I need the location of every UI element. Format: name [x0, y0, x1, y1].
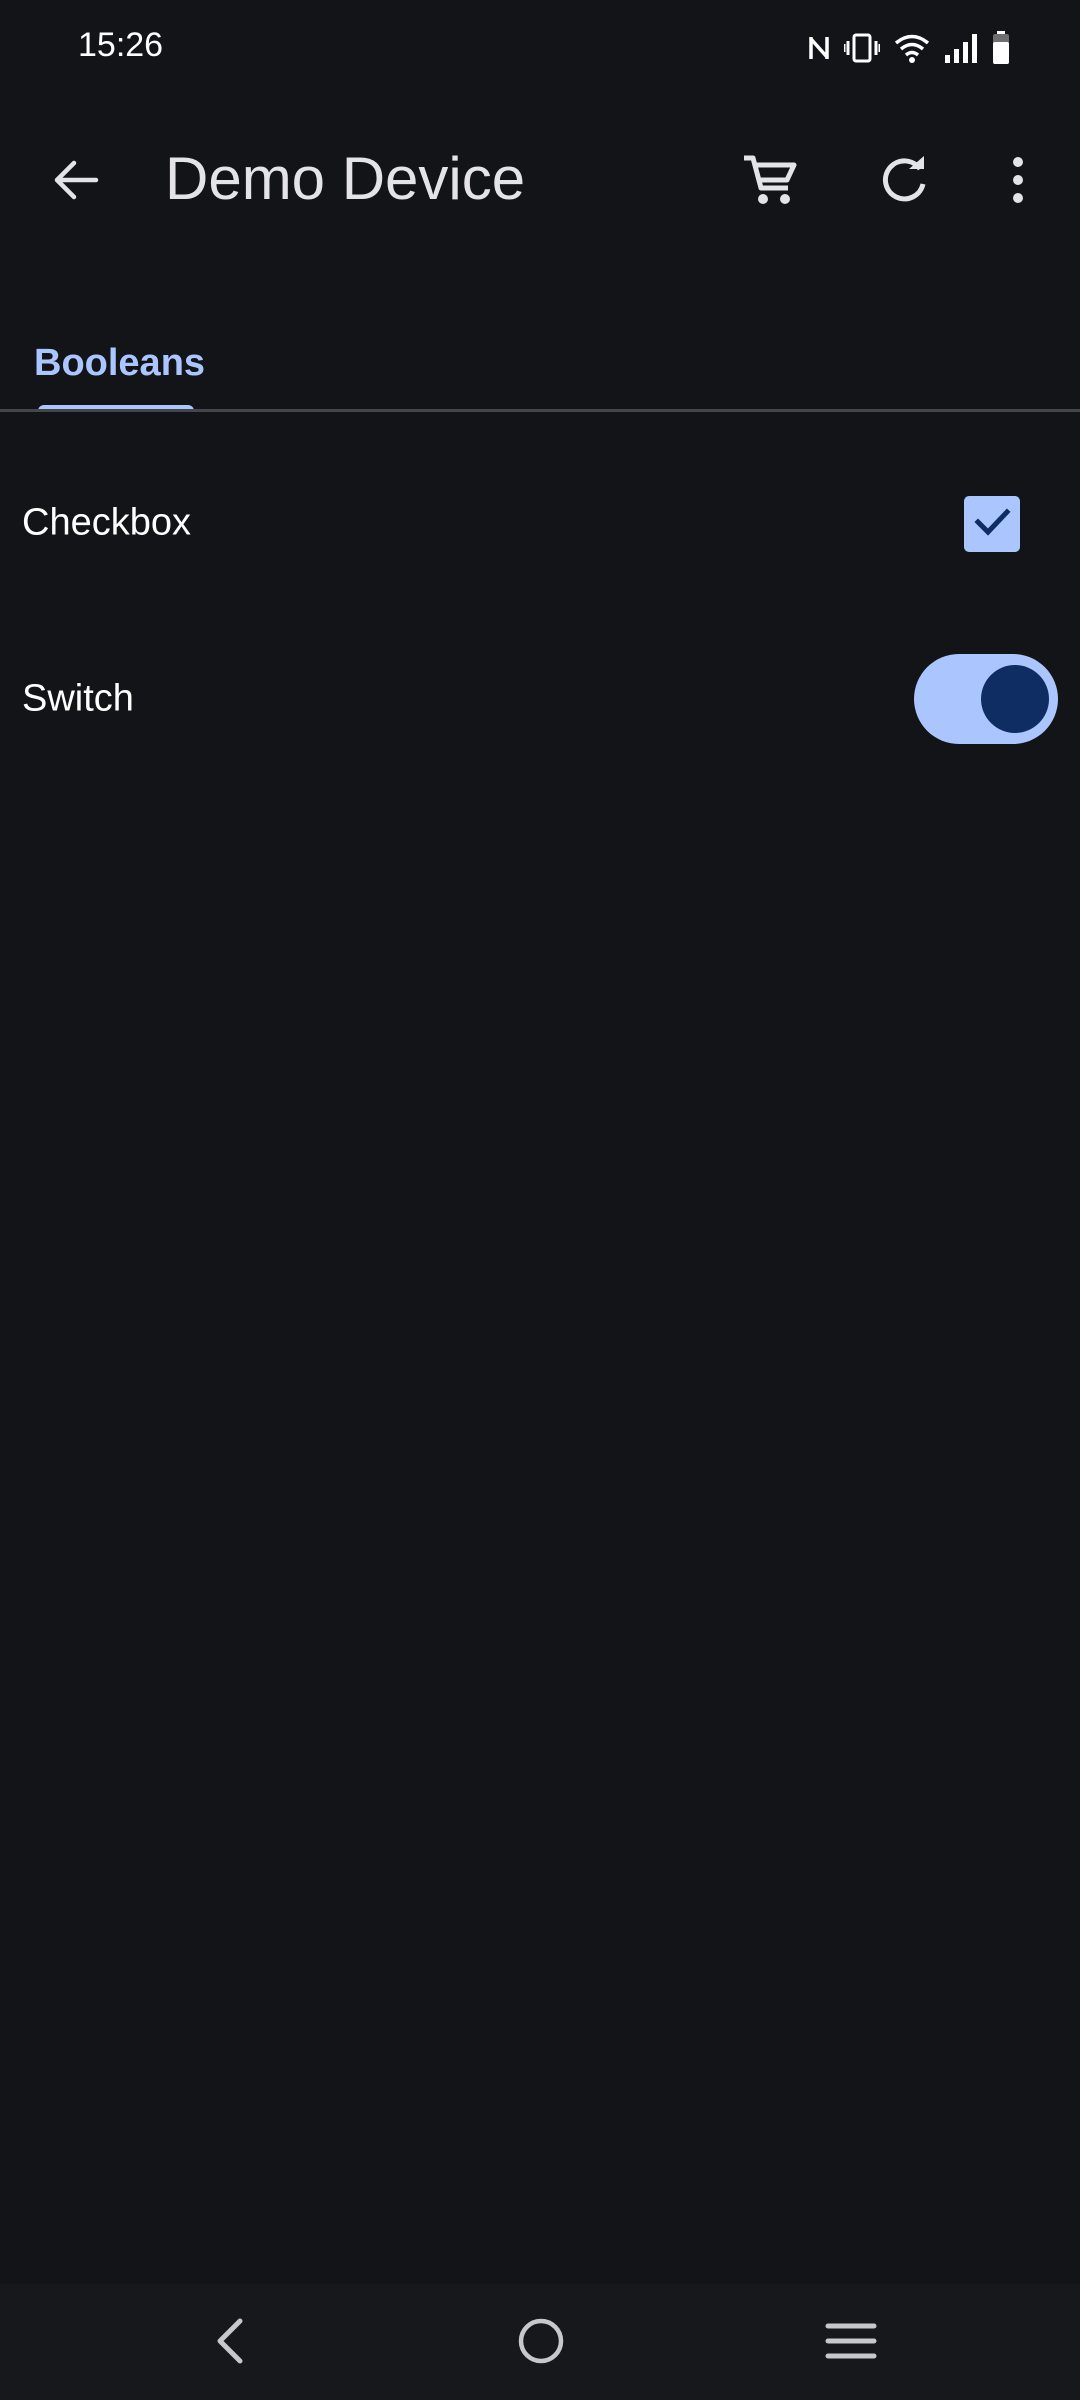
screen: 15:26 Demo Device Booleans Checkbox Swit… — [0, 0, 1080, 2400]
wifi-icon — [894, 33, 930, 63]
nav-home-button[interactable] — [496, 2298, 586, 2388]
vibrate-icon — [844, 33, 880, 63]
nav-back-button[interactable] — [184, 2298, 274, 2388]
nav-recents-icon — [825, 2321, 877, 2366]
more-options-button[interactable] — [970, 134, 1066, 230]
nfc-icon — [808, 33, 830, 63]
back-button[interactable] — [28, 134, 124, 230]
signal-icon — [944, 33, 978, 63]
cart-icon — [740, 150, 800, 215]
status-bar: 15:26 — [0, 0, 1080, 96]
status-icons — [808, 28, 1010, 68]
status-time: 15:26 — [78, 26, 164, 64]
nav-back-icon — [209, 2316, 249, 2371]
check-icon — [971, 501, 1013, 548]
more-vert-icon — [1008, 154, 1028, 211]
battery-icon — [992, 31, 1010, 65]
app-bar: Demo Device — [0, 96, 1080, 272]
tab-bar: Booleans — [0, 306, 1080, 412]
arrow-back-icon — [50, 154, 102, 211]
checkbox-label: Checkbox — [22, 501, 191, 544]
switch-thumb — [981, 665, 1049, 733]
nav-home-icon — [516, 2316, 566, 2371]
nav-recents-button[interactable] — [806, 2298, 896, 2388]
page-title: Demo Device — [165, 145, 526, 212]
refresh-button[interactable] — [856, 134, 952, 230]
switch-row[interactable]: Switch — [0, 624, 1080, 774]
switch-label: Switch — [22, 677, 134, 720]
tab-label: Booleans — [34, 342, 206, 384]
checkbox-row[interactable]: Checkbox — [0, 448, 1080, 598]
checkbox[interactable] — [964, 496, 1020, 552]
refresh-icon — [876, 152, 932, 213]
navigation-bar — [0, 2284, 1080, 2400]
cart-button[interactable] — [722, 134, 818, 230]
tab-divider — [0, 409, 1080, 412]
tab-booleans[interactable]: Booleans — [34, 324, 205, 412]
switch-toggle[interactable] — [914, 654, 1058, 744]
